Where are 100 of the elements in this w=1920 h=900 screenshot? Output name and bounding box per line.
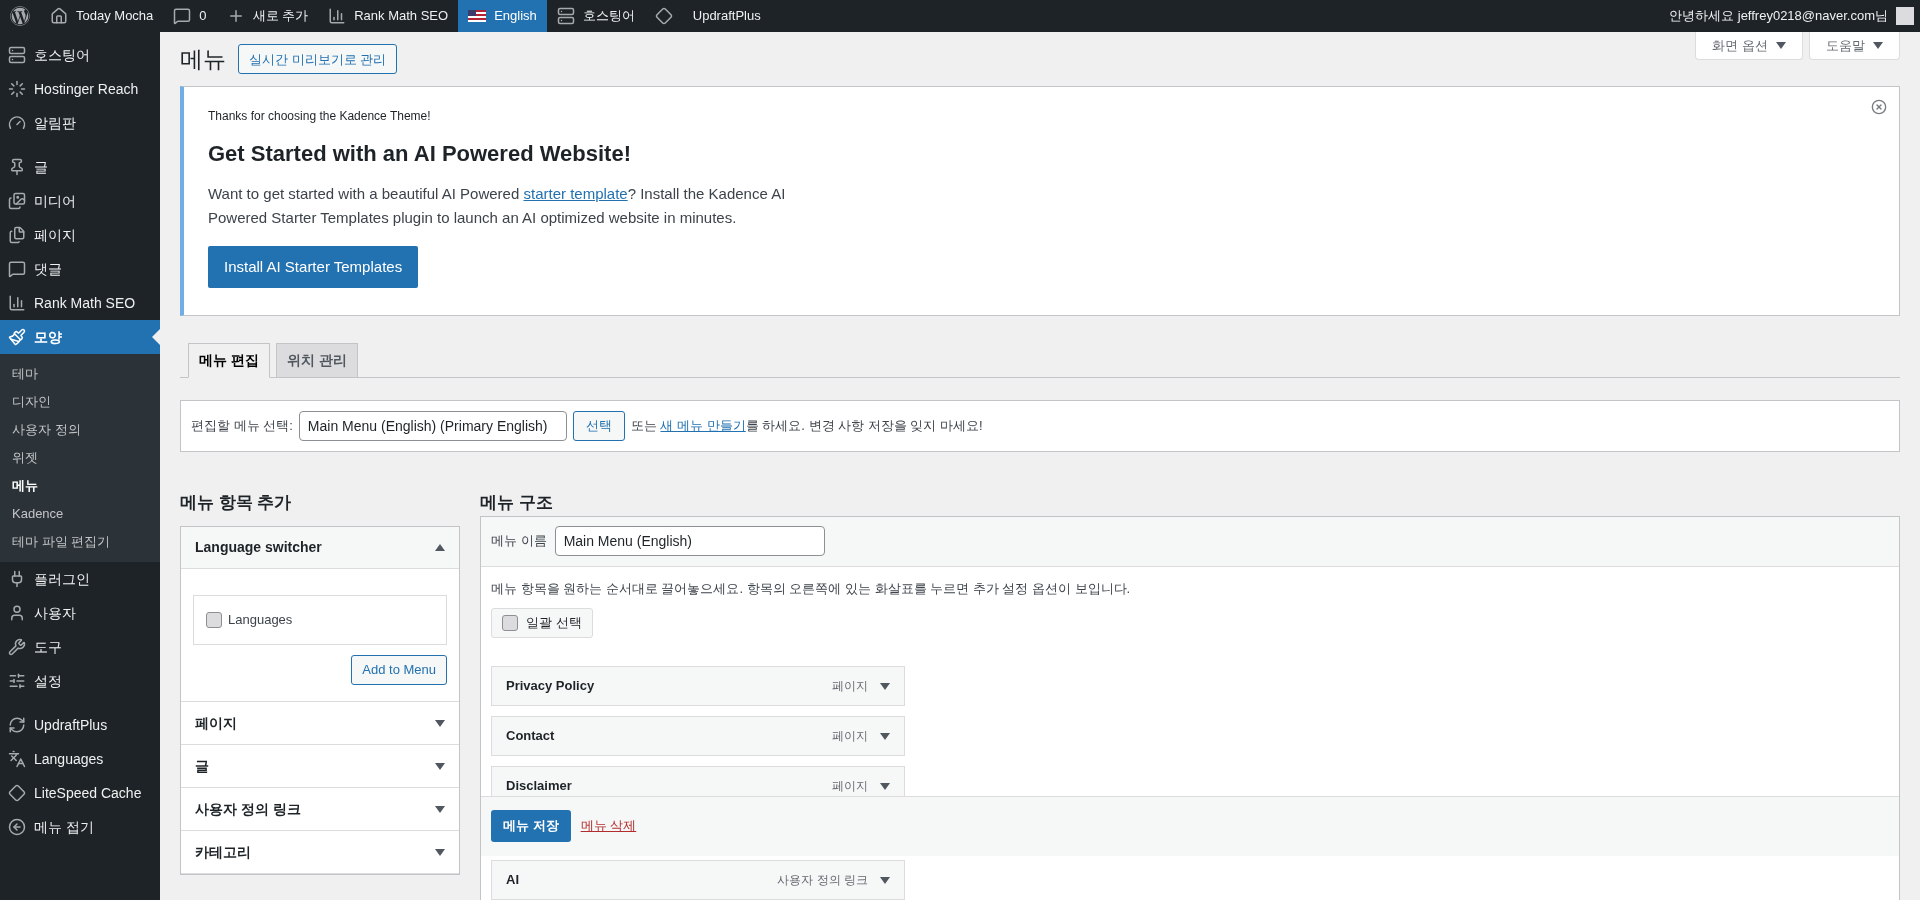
expand-arrow-icon [435, 848, 445, 856]
admin-bar-item[interactable]: 0 [163, 0, 217, 32]
sidebar-item[interactable]: 사용자 [0, 596, 160, 630]
save-menu-button[interactable]: 메뉴 저장 [491, 810, 571, 842]
delete-menu-link[interactable]: 메뉴 삭제 [580, 816, 637, 836]
sidebar-item[interactable]: 플러그인 [0, 562, 160, 596]
select-button[interactable]: 선택 [572, 411, 625, 441]
live-preview-button[interactable]: 실시간 미리보기로 관리 [238, 44, 398, 75]
menu-name-label: 메뉴 이름 [491, 532, 547, 551]
menu-item-title: Disclaimer [506, 777, 572, 796]
sidebar-item[interactable]: Hostinger Reach [0, 72, 160, 106]
checkbox[interactable] [206, 612, 222, 628]
instructions-text: 메뉴 항목을 원하는 순서대로 끌어놓으세요. 항목의 오른쪽에 있는 화살표를 누르면 추가 설정 옵션이 보입니다. [491, 579, 1132, 598]
expand-arrow-icon [435, 762, 445, 770]
submenu-item[interactable]: 위젯 [0, 444, 160, 472]
wrench-icon [8, 638, 26, 656]
sidebar-item[interactable]: 호스팅어 [0, 38, 160, 72]
menu-item-bar[interactable]: Contact 페이지 [491, 716, 905, 756]
home-icon [50, 7, 68, 25]
admin-bar-item[interactable]: Rank Math SEO [318, 0, 459, 32]
flag-icon [468, 10, 487, 22]
nav-tab[interactable]: 메뉴 편집 [188, 343, 270, 378]
sidebar-item[interactable]: 설정 [0, 664, 160, 698]
speech-bubble-icon [8, 260, 26, 278]
install-templates-button[interactable]: Install AI Starter Templates [208, 246, 419, 288]
expand-arrow-icon [880, 682, 890, 690]
admin-bar-item[interactable]: 호스팅어 [546, 0, 645, 32]
admin-bar-item[interactable]: Today Mocha [40, 0, 164, 32]
collapse-arrow-icon [435, 544, 445, 551]
bar-chart-icon [328, 7, 347, 25]
section-heading: 메뉴 구조 [480, 492, 554, 514]
collapse-icon [8, 818, 26, 836]
screen-meta-button[interactable]: 화면 옵션 [1695, 32, 1803, 60]
accordion-header[interactable]: 사용자 정의 링크 [181, 788, 459, 830]
expand-arrow-icon [880, 732, 890, 740]
admin-bar-item[interactable]: 새로 추가 [216, 0, 319, 32]
menu-item-title: AI [506, 871, 519, 890]
menu-item-type: 페이지 [832, 728, 868, 745]
diamond-icon[interactable] [654, 7, 673, 25]
pages-icon [8, 226, 26, 244]
nav-tab[interactable]: 위치 관리 [275, 343, 358, 378]
menu-item-bar[interactable]: Privacy Policy 페이지 [491, 666, 905, 706]
sidebar-item[interactable]: 모양 [0, 320, 160, 354]
submenu-item[interactable]: 사용자 정의 [0, 416, 160, 444]
active-pointer-icon [152, 329, 160, 345]
accordion-header[interactable]: 글 [181, 745, 459, 787]
sidebar-item[interactable]: LiteSpeed Cache [0, 776, 160, 810]
spinner-icon [8, 80, 26, 98]
admin-bar-item[interactable]: English [458, 0, 547, 32]
screen-meta-button[interactable]: 도움말 [1809, 32, 1900, 60]
submenu-item[interactable]: 디자인 [0, 388, 160, 416]
dismiss-icon[interactable] [1871, 99, 1887, 115]
notice-eyebrow: Thanks for choosing the Kadence Theme! [208, 108, 432, 125]
sidebar-item[interactable]: 도구 [0, 630, 160, 664]
server-icon [8, 46, 26, 64]
sidebar-item[interactable]: 메뉴 접기 [0, 810, 160, 844]
expand-arrow-icon [435, 805, 445, 813]
sidebar-item[interactable]: 알림판 [0, 106, 160, 140]
bar-chart-icon [8, 294, 26, 312]
sidebar-item[interactable]: 페이지 [0, 218, 160, 252]
caret-icon [1776, 42, 1786, 49]
expand-arrow-icon [435, 719, 445, 727]
notice-text: Want to get started with a beautiful AI Powered starter template? Install the Kadence AI Powered Starter Templates plugin to launch an AI optimized website in minutes. [208, 184, 787, 228]
sidebar-item[interactable]: 댓글 [0, 252, 160, 286]
greeting[interactable]: 안녕하세요 jeffrey0218@naver.com님 [1669, 6, 1888, 26]
menu-item-type: 페이지 [832, 778, 868, 795]
menu-item-bar[interactable]: AI 사용자 정의 링크 [491, 860, 905, 900]
page-title: 메뉴 [180, 45, 226, 74]
menu-select[interactable]: Main Menu (English) (Primary English) [298, 411, 567, 441]
server-icon [556, 7, 575, 25]
accordion-header[interactable]: Language switcher [181, 527, 459, 569]
create-menu-text: 또는 새 메뉴 만들기 를 하세요. 변경 사항 저장을 잊지 마세요! [630, 417, 983, 436]
accordion-header[interactable]: 카테고리 [181, 831, 459, 873]
sliders-icon [8, 672, 26, 690]
bulk-select-control[interactable]: 일괄 선택 [491, 608, 593, 638]
speech-bubble-icon [173, 7, 192, 25]
wordpress-logo-icon[interactable] [10, 6, 30, 26]
sidebar-item[interactable]: Languages [0, 742, 160, 776]
images-icon [8, 192, 26, 210]
languages-icon [8, 750, 26, 768]
submenu-item[interactable]: 메뉴 [0, 472, 160, 500]
sidebar-item[interactable]: UpdraftPlus [0, 708, 160, 742]
checkbox-label: Languages [228, 611, 293, 630]
sidebar-item[interactable]: 글 [0, 150, 160, 184]
add-to-menu-button[interactable]: Add to Menu [351, 655, 447, 685]
menu-name-field[interactable]: Main Menu (English) [554, 526, 825, 556]
menu-item-title: Privacy Policy [506, 677, 595, 696]
starter-template-link[interactable]: starter template [523, 185, 628, 202]
menu-item-type: 페이지 [832, 678, 868, 695]
new-menu-link[interactable]: 새 메뉴 만들기 [660, 418, 746, 434]
submenu-item[interactable]: 테마 [0, 360, 160, 388]
checkbox[interactable] [502, 615, 518, 631]
select-label: 편집할 메뉴 선택: [191, 417, 293, 436]
sidebar-item[interactable]: 미디어 [0, 184, 160, 218]
accordion-header[interactable]: 페이지 [181, 702, 459, 744]
refresh-icon [8, 716, 26, 734]
submenu-item[interactable]: 테마 파일 편집기 [0, 528, 160, 556]
sidebar-item[interactable]: Rank Math SEO [0, 286, 160, 320]
admin-bar-item[interactable]: UpdraftPlus [682, 0, 771, 32]
submenu-item[interactable]: Kadence [0, 500, 160, 528]
